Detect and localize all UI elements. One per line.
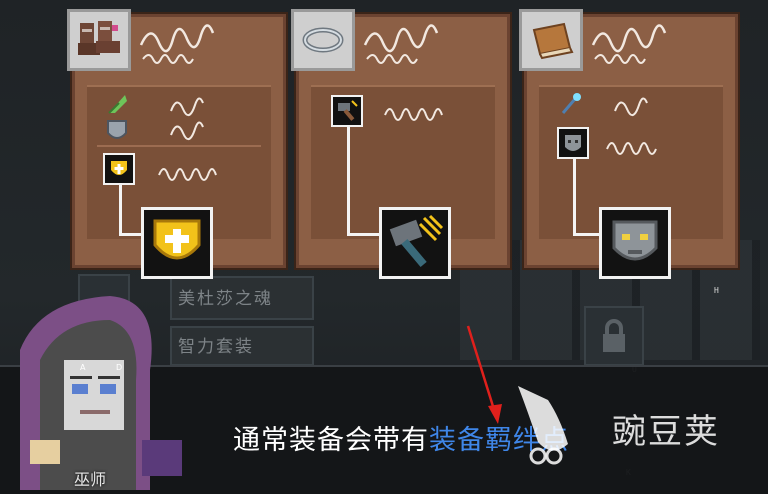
hammer-icon — [331, 95, 363, 127]
key-hint-a: A — [80, 363, 86, 372]
gold-shield-icon — [103, 153, 135, 185]
wizard-character-portrait: A D — [20, 296, 182, 490]
connector-line — [347, 233, 381, 236]
stat-scribble — [170, 121, 204, 140]
watermark-text: 豌豆荚 — [612, 412, 720, 452]
dialog-text-plain: 通常装备会带有 — [233, 425, 429, 456]
stat-scribble — [158, 168, 217, 181]
equipment-card-boots[interactable] — [67, 9, 286, 279]
connector-line — [573, 233, 601, 236]
title-scribble — [591, 24, 667, 64]
stat-scribble — [170, 97, 204, 116]
wand-icon — [557, 89, 585, 117]
connector-line — [347, 125, 350, 235]
equipment-card-book[interactable] — [519, 9, 738, 279]
gold-cross-shield-icon[interactable] — [141, 207, 213, 279]
speaker-name: 巫师 — [74, 470, 107, 489]
equipment-card-ring[interactable] — [291, 9, 510, 279]
shield-icon — [103, 117, 131, 145]
title-scribble — [139, 24, 215, 64]
stat-scribble — [384, 108, 443, 121]
leaf-icon — [103, 89, 131, 117]
stone-mask-icon[interactable] — [599, 207, 671, 279]
book-icon — [519, 9, 583, 71]
key-hint-h: H — [714, 286, 719, 295]
stone-mask-icon — [557, 127, 589, 159]
golden-hammer-icon[interactable] — [379, 207, 451, 279]
key-hint-d: D — [116, 363, 122, 372]
boots-icon — [67, 9, 131, 71]
connector-line — [573, 159, 576, 235]
stat-scribble — [606, 142, 657, 155]
title-scribble — [363, 24, 439, 64]
connector-line — [119, 183, 122, 235]
connector-line — [119, 233, 141, 236]
stat-scribble — [614, 97, 648, 116]
ring-icon — [291, 9, 355, 71]
card-divider — [97, 145, 261, 147]
lock-icon — [603, 319, 625, 352]
inventory-slot-lock[interactable] — [584, 306, 644, 366]
